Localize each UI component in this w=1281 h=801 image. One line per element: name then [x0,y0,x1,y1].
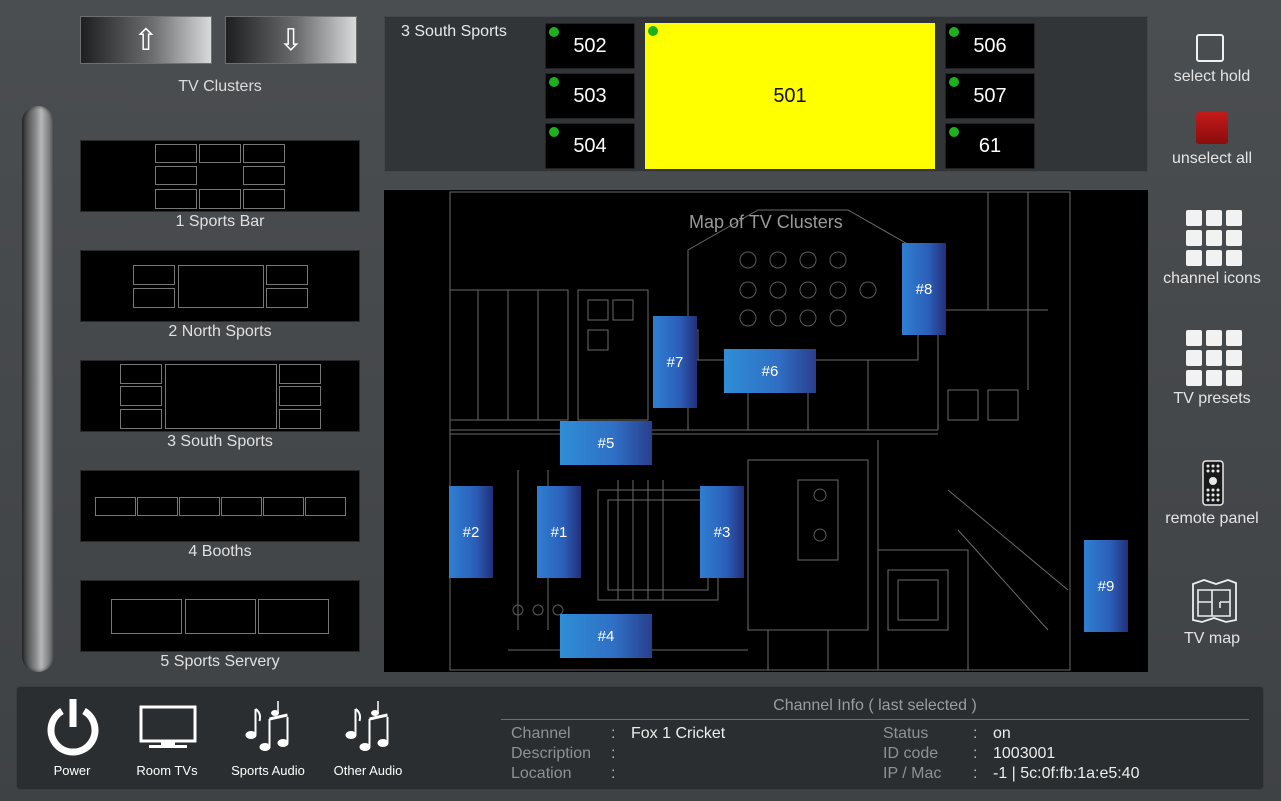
map-marker-6[interactable]: #6 [724,349,816,393]
info-val-idcode: 1003001 [993,745,1056,762]
tv-number: 507 [973,84,1007,107]
tv-number: 61 [978,134,1002,157]
power-label: Power [53,763,91,778]
map-marker-8[interactable]: #8 [902,243,946,335]
tv-tile[interactable]: 506 [945,23,1035,69]
info-key-ipmac: IP / Mac [883,765,942,782]
cluster-label: 3 South Sports [167,433,273,450]
cluster-up-button[interactable]: ⇧ [80,16,212,64]
cluster-label: 2 North Sports [168,323,272,340]
map-marker-2[interactable]: #2 [449,486,493,578]
status-dot-icon [949,127,959,137]
arrow-down-icon: ⇩ [278,22,304,58]
cluster-down-button[interactable]: ⇩ [225,16,357,64]
info-key-location: Location [511,765,572,782]
tv-tile[interactable]: 61 [945,123,1035,169]
info-colon: : [973,745,978,762]
map-marker-7[interactable]: #7 [653,316,697,408]
stop-icon[interactable] [1196,112,1228,144]
bottom-bar: Power Room TVs Sports Audio Other Audio … [16,686,1264,790]
select-hold-label: select hold [1173,68,1251,85]
info-key-status: Status [883,725,929,742]
map-marker-5[interactable]: #5 [560,421,652,465]
map-marker-1[interactable]: #1 [537,486,581,578]
tv-tile[interactable]: 504 [545,123,635,169]
grid-icon[interactable] [1186,210,1242,266]
room-tvs-label: Room TVs [136,763,198,778]
info-colon: : [611,725,616,742]
tv-number: 502 [573,34,607,57]
status-dot-icon [549,77,559,87]
unselect-all-label: unselect all [1171,150,1253,167]
tv-number: 506 [973,34,1007,57]
status-dot-icon [549,127,559,137]
cluster-thumb-sports-servery[interactable] [80,580,360,652]
tv-presets-label: TV presets [1173,390,1251,407]
info-val-status: on [993,725,1011,742]
map-title: Map of TV Clusters [689,212,843,232]
cluster-label: 5 Sports Servery [160,653,280,670]
power-button[interactable]: Power [31,687,113,791]
tv-cluster-map: Map of TV Clusters #1 #2 #3 #4 #5 #6 #7 … [384,190,1148,672]
tv-number: 501 [773,84,807,107]
sports-audio-button[interactable]: Sports Audio [227,687,309,791]
tv-number: 503 [573,84,607,107]
section-title: TV Clusters [178,78,262,95]
cluster-thumb-booths[interactable] [80,470,360,542]
map-marker-9[interactable]: #9 [1084,540,1128,632]
status-dot-icon [549,27,559,37]
channel-icons-label: channel icons [1163,270,1261,287]
channel-info-title: Channel Info ( last selected ) [773,697,977,714]
status-dot-icon [648,26,658,36]
grid-icon[interactable] [1186,330,1242,386]
divider [501,719,1249,720]
cluster-scrollbar[interactable] [22,106,54,672]
cluster-label: 4 Booths [188,543,252,560]
map-marker-4[interactable]: #4 [560,614,652,658]
info-key-channel: Channel [511,725,571,742]
tv-number: 504 [573,134,607,157]
info-colon: : [611,765,616,782]
cluster-label: 1 Sports Bar [175,213,265,230]
info-key-description: Description [511,745,592,762]
remote-panel-label: remote panel [1165,510,1259,527]
power-icon [47,699,99,756]
info-val-channel: Fox 1 Cricket [631,725,726,742]
map-marker-3[interactable]: #3 [700,486,744,578]
tv-map-label: TV map [1183,630,1240,647]
other-audio-button[interactable]: Other Audio [327,687,409,791]
remote-icon[interactable] [1202,460,1224,506]
checkbox-icon[interactable] [1196,34,1224,62]
sports-audio-label: Sports Audio [231,763,305,778]
info-colon: : [973,725,978,742]
cluster-thumb-north-sports[interactable] [80,250,360,322]
room-tvs-button[interactable]: Room TVs [129,687,205,791]
floorplan-image [449,191,1071,671]
floorplan-icon[interactable] [1190,578,1238,624]
music-notes-icon [245,701,289,751]
info-colon: : [973,765,978,782]
cluster-panel: 3 South Sports 502 503 504 501 506 507 6… [384,16,1148,172]
monitor-icon [139,705,197,748]
cluster-thumb-sports-bar[interactable] [80,140,360,212]
status-dot-icon [949,27,959,37]
cluster-panel-title: 3 South Sports [401,23,507,40]
music-notes-icon [345,701,389,751]
cluster-thumb-south-sports[interactable] [80,360,360,432]
tv-tile-main-selected[interactable]: 501 [645,23,935,169]
other-audio-label: Other Audio [333,763,403,778]
tv-tile[interactable]: 507 [945,73,1035,119]
info-val-ipmac: -1 | 5c:0f:fb:1a:e5:40 [993,765,1140,782]
info-colon: : [611,745,616,762]
arrow-up-icon: ⇧ [133,22,159,58]
info-key-idcode: ID code [883,745,939,762]
tv-tile[interactable]: 502 [545,23,635,69]
status-dot-icon [949,77,959,87]
tv-tile[interactable]: 503 [545,73,635,119]
